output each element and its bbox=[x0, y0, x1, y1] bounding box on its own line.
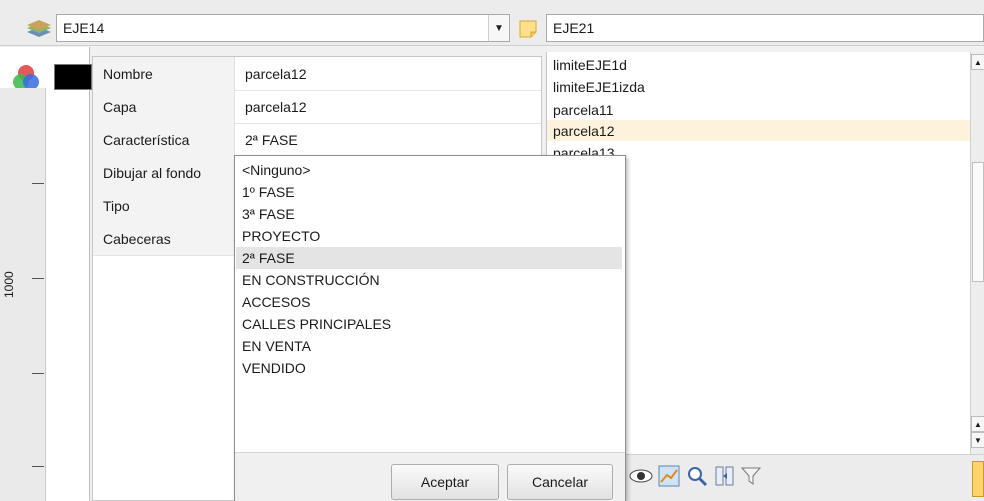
property-value[interactable]: parcela12 bbox=[235, 90, 307, 123]
layer-combo-left[interactable]: EJE14 ▼ bbox=[56, 14, 510, 42]
dropdown-option[interactable]: CALLES PRINCIPALES bbox=[236, 313, 622, 335]
dropdown-option-selected[interactable]: 2ª FASE bbox=[236, 247, 622, 269]
list-item[interactable]: limiteEJE1d bbox=[547, 54, 971, 75]
zoom-icon[interactable] bbox=[684, 463, 710, 489]
property-key: Dibujar al fondo bbox=[93, 156, 235, 189]
chart-icon[interactable] bbox=[656, 463, 682, 489]
dropdown-option[interactable]: VENDIDO bbox=[236, 357, 622, 379]
vertical-ruler: 1000 bbox=[0, 88, 46, 501]
bottom-toolbar bbox=[626, 454, 984, 501]
property-row-capa: Capa parcela12 bbox=[93, 90, 541, 124]
layers-icon[interactable] bbox=[22, 17, 56, 41]
property-key: Tipo bbox=[93, 189, 235, 222]
cancel-button[interactable]: Cancelar bbox=[507, 464, 613, 500]
scroll-up-icon[interactable]: ▲ bbox=[971, 54, 984, 70]
filter-icon[interactable] bbox=[738, 463, 764, 489]
property-row-caracteristica: Característica 2ª FASE bbox=[93, 123, 541, 157]
caracteristica-dropdown[interactable]: <Ninguno> 1º FASE 3ª FASE PROYECTO 2ª FA… bbox=[234, 155, 626, 501]
layer-combo-right-value: EJE21 bbox=[553, 20, 595, 36]
chevron-down-icon[interactable]: ▼ bbox=[488, 15, 509, 41]
columns-icon[interactable] bbox=[712, 463, 738, 489]
dialog-button-bar: Aceptar Cancelar bbox=[235, 452, 625, 501]
note-icon[interactable] bbox=[514, 16, 542, 42]
layer-combo-right[interactable]: EJE21 bbox=[546, 14, 984, 42]
property-key: Cabeceras bbox=[93, 222, 235, 255]
property-row-nombre: Nombre parcela12 bbox=[93, 57, 541, 91]
ruler-label: 1000 bbox=[2, 271, 16, 298]
dropdown-option[interactable]: <Ninguno> bbox=[236, 159, 622, 181]
expand-arrow-icon[interactable] bbox=[972, 461, 984, 497]
dropdown-option[interactable]: 3ª FASE bbox=[236, 203, 622, 225]
property-value[interactable]: parcela12 bbox=[235, 57, 307, 90]
property-key: Capa bbox=[93, 90, 235, 123]
property-key: Característica bbox=[93, 123, 235, 156]
dropdown-option[interactable]: EN CONSTRUCCIÓN bbox=[236, 269, 622, 291]
list-item[interactable]: parcela11 bbox=[547, 99, 971, 120]
dropdown-option[interactable]: 1º FASE bbox=[236, 181, 622, 203]
dropdown-option[interactable]: ACCESOS bbox=[236, 291, 622, 313]
scroll-down-icon[interactable]: ▼ bbox=[971, 432, 984, 448]
accept-button[interactable]: Aceptar bbox=[391, 464, 499, 500]
scroll-thumb[interactable] bbox=[972, 162, 984, 282]
scroll-up-icon[interactable]: ▲ bbox=[971, 416, 984, 432]
list-item[interactable]: limiteEJE1izda bbox=[547, 76, 971, 97]
dropdown-option[interactable]: EN VENTA bbox=[236, 335, 622, 357]
eye-icon[interactable] bbox=[628, 463, 654, 489]
dropdown-option[interactable]: PROYECTO bbox=[236, 225, 622, 247]
list-item-highlighted[interactable]: parcela12 bbox=[547, 120, 971, 141]
property-value[interactable]: 2ª FASE bbox=[235, 123, 298, 156]
color-swatch[interactable] bbox=[54, 64, 92, 90]
layer-combo-left-value: EJE14 bbox=[63, 20, 105, 36]
list-scrollbar[interactable]: ▲ ▲ ▼ bbox=[970, 52, 984, 454]
property-key: Nombre bbox=[93, 57, 235, 90]
